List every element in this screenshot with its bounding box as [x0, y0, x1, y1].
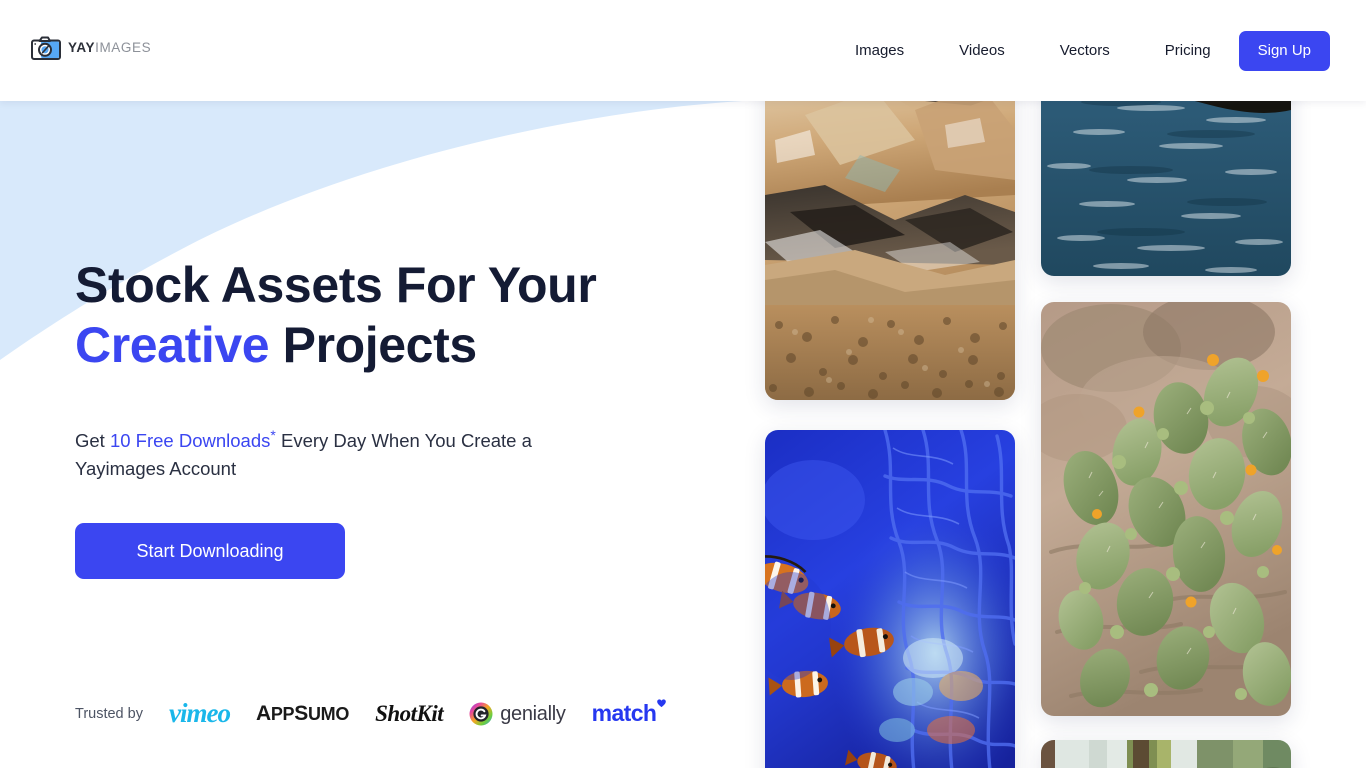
vimeo-wordmark: vimeo	[168, 698, 231, 728]
shotkit-wordmark: ShotKit	[375, 701, 444, 726]
hero-title-accent: Creative	[75, 317, 270, 373]
genially-wordmark: genially	[500, 702, 566, 725]
photo-cactus	[1041, 302, 1291, 716]
nav-item-vectors[interactable]: Vectors	[1060, 34, 1110, 67]
sign-up-button[interactable]: Sign Up	[1238, 30, 1330, 71]
heart-icon	[657, 699, 667, 708]
camera-icon	[31, 36, 61, 60]
photo-fish	[765, 430, 1015, 768]
nav-item-pricing[interactable]: Pricing	[1165, 34, 1211, 67]
photo-card-leaves[interactable]	[1041, 740, 1291, 768]
appsumo-a: A	[255, 702, 271, 725]
photo-gallery	[760, 0, 1366, 768]
nav-item-images[interactable]: Images	[855, 34, 904, 67]
logo-text-images: IMAGES	[95, 40, 152, 56]
hero-subtitle: Get 10 Free Downloads* Every Day When Yo…	[75, 421, 575, 483]
site-header: YAYIMAGES Images Videos Vectors Pricing …	[0, 0, 1366, 101]
brand-logo-genially: genially	[469, 702, 566, 726]
brand-logo-match: match	[591, 699, 667, 726]
main-navigation: Images Videos Vectors Pricing Sign Up	[855, 0, 1366, 101]
brand-logo-shotkit: ShotKit	[375, 701, 444, 726]
genially-g-icon	[469, 702, 493, 725]
landing-page: YAYIMAGES Images Videos Vectors Pricing …	[0, 0, 1366, 768]
logo-text: YAYIMAGES	[68, 41, 151, 55]
match-text: match	[591, 700, 657, 726]
photo-card-fish[interactable]	[765, 430, 1015, 768]
logo[interactable]: YAYIMAGES	[31, 36, 151, 60]
appsumo-wordmark: APPSUMO	[256, 703, 349, 724]
hero-section: Stock Assets For Your Creative Projects …	[75, 255, 695, 580]
brand-logo-vimeo: vimeo	[168, 698, 231, 728]
nav-item-videos[interactable]: Videos	[959, 34, 1005, 67]
page-title: Stock Assets For Your Creative Projects	[75, 255, 695, 375]
match-wordmark: match	[591, 699, 667, 726]
trusted-by-strip: Trusted by vimeo APPSUMO ShotKit geniall…	[75, 698, 667, 728]
photo-card-cactus[interactable]	[1041, 302, 1291, 716]
start-downloading-button[interactable]: Start Downloading	[75, 523, 345, 580]
hero-sub-prefix: Get	[75, 430, 110, 452]
hero-title-line2: Projects	[269, 317, 478, 373]
trusted-by-label: Trusted by	[75, 705, 143, 722]
brand-logo-appsumo: APPSUMO	[256, 703, 349, 724]
logo-text-yay: YAY	[68, 40, 96, 56]
photo-leaves	[1041, 740, 1291, 768]
appsumo-umo: UMO	[307, 704, 350, 724]
free-downloads-link[interactable]: 10 Free Downloads	[110, 430, 270, 451]
appsumo-pp: PP	[270, 704, 295, 724]
appsumo-s: S	[294, 702, 308, 725]
hero-title-line1: Stock Assets For Your	[75, 257, 597, 313]
